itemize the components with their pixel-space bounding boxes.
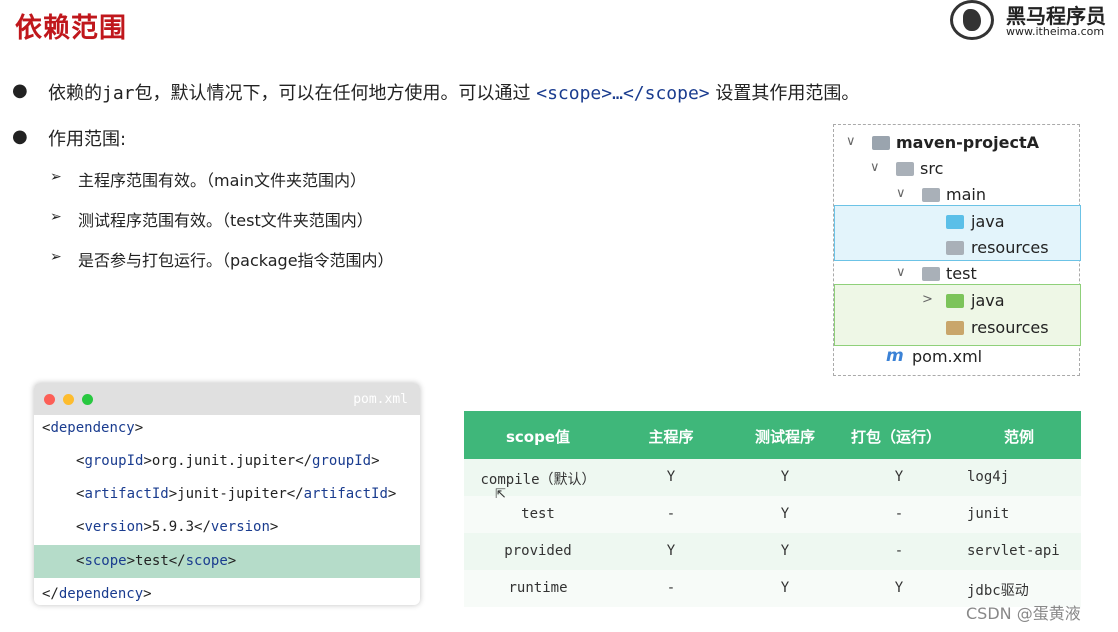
logo-url: www.itheima.com — [1006, 25, 1105, 38]
maven-file-icon: m — [886, 346, 904, 366]
scope-code: <scope>…</scope> — [536, 83, 710, 104]
chevron-down-icon[interactable]: ∨ — [870, 160, 880, 175]
module-folder-icon — [872, 136, 890, 150]
source-folder-icon — [946, 215, 964, 229]
tree-item-test-java[interactable]: > java — [834, 288, 1081, 314]
tree-item-main[interactable]: ∨ main — [834, 182, 1081, 208]
bullet-default-scope: 依赖的jar包，默认情况下，可以在任何地方使用。可以通过 <scope>…</s… — [48, 83, 860, 104]
chevron-down-icon[interactable]: ∨ — [896, 186, 906, 201]
tree-item-pom[interactable]: m pom.xml — [834, 344, 1081, 370]
folder-icon — [922, 188, 940, 202]
bullet-dot-icon: ● — [12, 80, 28, 101]
test-resources-folder-icon — [946, 321, 964, 335]
minimize-dot-icon — [63, 394, 74, 405]
code-line: </dependency> — [42, 586, 152, 602]
code-line: <artifactId>junit-jupiter</artifactId> — [76, 486, 397, 502]
arrow-bullet-icon: ➢ — [50, 209, 62, 225]
tree-item-main-resources[interactable]: resources — [834, 235, 1081, 261]
bullet-scope-range: 作用范围: — [48, 129, 127, 150]
horse-logo-icon — [950, 0, 994, 40]
table-row: test - Y - junit — [464, 496, 1081, 533]
sub-item-test: 测试程序范围有效。（test文件夹范围内） — [78, 211, 373, 230]
tree-item-test[interactable]: ∨ test — [834, 261, 1081, 287]
scope-table: scope值 主程序 测试程序 打包（运行） 范例 compile（默认） Y … — [464, 411, 1081, 607]
chevron-right-icon[interactable]: > — [922, 292, 933, 307]
code-line: <dependency> — [42, 420, 144, 436]
table-row: compile（默认） Y Y Y log4j — [464, 459, 1081, 496]
tree-item-root[interactable]: ∨ maven-projectA — [834, 130, 1081, 156]
resources-folder-icon — [946, 241, 964, 255]
code-line: <version>5.9.3</version> — [76, 519, 279, 535]
tree-item-src[interactable]: ∨ src — [834, 156, 1081, 182]
arrow-bullet-icon: ➢ — [50, 249, 62, 265]
tree-item-test-resources[interactable]: resources — [834, 315, 1081, 341]
code-line-scope-highlight: <scope>test</scope> — [34, 545, 420, 578]
arrow-bullet-icon: ➢ — [50, 169, 62, 185]
bullet-dot-icon: ● — [12, 126, 28, 147]
folder-icon — [922, 267, 940, 281]
folder-icon — [896, 162, 914, 176]
test-folder-icon — [946, 294, 964, 308]
chevron-down-icon[interactable]: ∨ — [846, 134, 856, 149]
sub-item-main: 主程序范围有效。（main文件夹范围内） — [78, 171, 366, 190]
maximize-dot-icon — [82, 394, 93, 405]
window-title-bar: pom.xml — [34, 383, 420, 415]
code-filename: pom.xml — [353, 392, 408, 407]
project-tree: ∨ maven-projectA ∨ src ∨ main java resou… — [833, 124, 1081, 376]
csdn-watermark: CSDN @蛋黄液 — [966, 604, 1081, 623]
close-dot-icon — [44, 394, 55, 405]
itheima-logo: 黑马程序员 www.itheima.com — [948, 0, 1118, 44]
tree-item-main-java[interactable]: java — [834, 209, 1081, 235]
sub-item-package: 是否参与打包运行。（package指令范围内） — [78, 251, 394, 270]
chevron-down-icon[interactable]: ∨ — [896, 265, 906, 280]
table-row: provided Y Y - servlet-api — [464, 533, 1081, 570]
page-title: 依赖范围 — [15, 13, 127, 44]
mouse-cursor-icon: ⇱ — [495, 487, 506, 502]
table-header: scope值 主程序 测试程序 打包（运行） 范例 — [464, 411, 1081, 459]
pom-code-window: pom.xml <dependency> <groupId>org.junit.… — [34, 383, 420, 605]
code-line: <groupId>org.junit.jupiter</groupId> — [76, 453, 380, 469]
